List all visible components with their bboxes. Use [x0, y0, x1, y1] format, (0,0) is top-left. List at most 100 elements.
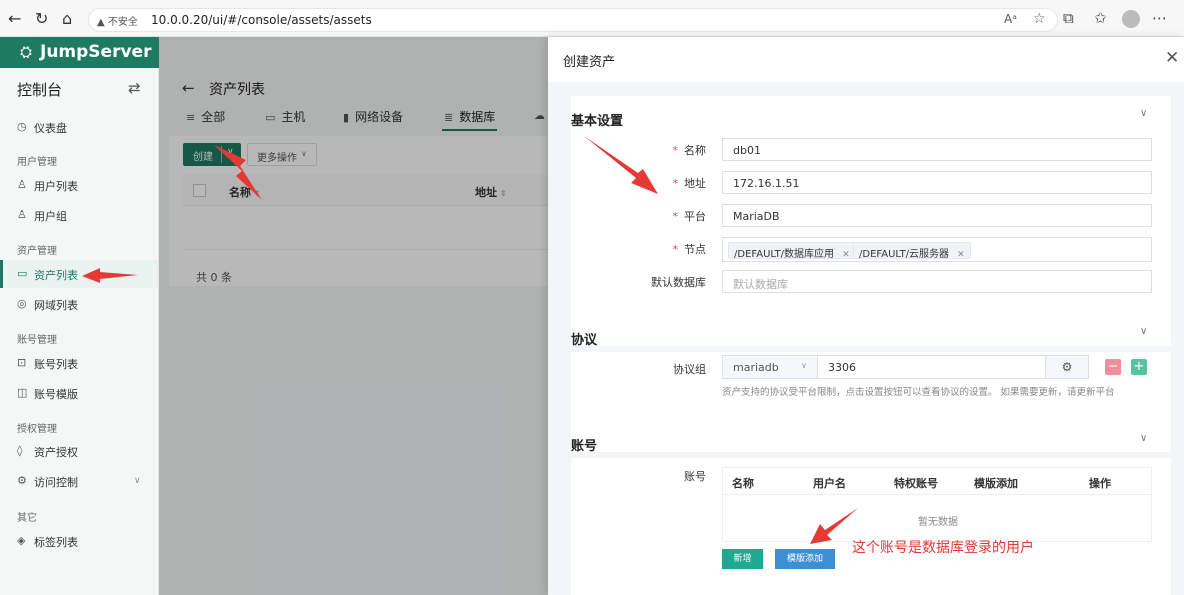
sidebar-item-label: 用户列表 — [34, 180, 78, 193]
menu-group-title: 用户管理 — [17, 157, 57, 168]
close-icon[interactable]: ✕ — [1165, 48, 1179, 68]
platform-select[interactable]: MariaDB — [722, 204, 1152, 227]
node-tag: /DEFAULT/数据库应用 ✕ — [728, 242, 856, 260]
browser-toolbar: ← ↻ ⌂ ▲ 不安全 10.0.0.20/ui/#/console/asset… — [0, 0, 1184, 37]
chevron-down-icon[interactable]: ∨ — [1140, 433, 1147, 444]
tag-icon: ◈ — [17, 534, 26, 547]
template-add-button[interactable]: 模版添加 — [775, 549, 835, 569]
account-label: 账号 — [684, 470, 706, 483]
user-icon: ♙ — [17, 178, 27, 191]
node-select[interactable]: /DEFAULT/数据库应用 ✕ /DEFAULT/云服务器 ✕ — [722, 237, 1152, 262]
name-label: * 名称 — [596, 142, 707, 158]
default-db-label: 默认数据库 — [651, 276, 706, 289]
required-mark: * — [672, 144, 679, 157]
sidebar-item-label: 账号模版 — [34, 388, 78, 401]
node-tag: /DEFAULT/云服务器 ✕ — [853, 242, 971, 260]
field-label-text: 平台 — [684, 210, 706, 223]
favorite-star-icon[interactable]: ☆ — [1033, 11, 1046, 27]
name-input[interactable]: db01 — [722, 138, 1152, 161]
section-title-protocol: 协议 — [571, 333, 598, 348]
sidebar-item-asset-permission[interactable]: ◊ 资产授权 — [0, 437, 158, 465]
default-db-input[interactable]: 默认数据库 — [722, 270, 1152, 293]
menu-group-title: 账号管理 — [17, 335, 57, 346]
column-header-actions: 操作 — [1089, 477, 1111, 490]
sidebar: ⛭ JumpServer 控制台 ⇄ ◷ 仪表盘 用户管理 ♙ 用户列表 ♙ 用… — [0, 37, 159, 595]
address-bar[interactable]: ▲ 不安全 10.0.0.20/ui/#/console/assets/asse… — [88, 8, 1058, 32]
sidebar-item-label: 账号列表 — [34, 358, 78, 371]
sidebar-item-label: 访问控制 — [34, 476, 78, 489]
read-aloud-icon[interactable]: Aᵃ — [1004, 12, 1017, 26]
sidebar-item-domain-list[interactable]: ◎ 网域列表 — [0, 290, 158, 318]
domain-icon: ◎ — [17, 297, 27, 310]
shield-icon: ◊ — [17, 444, 23, 457]
add-protocol-button[interactable]: + — [1131, 359, 1147, 375]
account-table: 名称 用户名 特权账号 模版添加 操作 暂无数据 — [722, 467, 1152, 542]
required-mark: * — [672, 177, 679, 190]
chevron-down-icon: ∨ — [134, 476, 141, 486]
add-account-button[interactable]: 新增 — [722, 549, 763, 569]
field-label-text: 名称 — [684, 144, 706, 157]
logo-bar: ⛭ JumpServer — [0, 37, 159, 68]
profile-avatar[interactable] — [1122, 10, 1140, 28]
close-icon[interactable]: ✕ — [842, 250, 850, 260]
empty-state-text: 暂无数据 — [918, 517, 958, 528]
remove-protocol-button[interactable]: − — [1105, 359, 1121, 375]
tag-text: /DEFAULT/云服务器 — [859, 249, 950, 260]
menu-group-title: 资产管理 — [17, 246, 57, 257]
sidebar-item-access-control[interactable]: ⚙ 访问控制 ∨ — [0, 467, 158, 495]
sidebar-item-dashboard[interactable]: ◷ 仪表盘 — [0, 113, 158, 141]
sidebar-item-label-list[interactable]: ◈ 标签列表 — [0, 527, 158, 555]
drawer-title: 创建资产 — [563, 55, 616, 70]
protocol-select[interactable]: mariadb ∨ — [722, 355, 818, 379]
port-input[interactable]: 3306 — [817, 355, 1046, 379]
sidebar-item-account-list[interactable]: ⊡ 账号列表 — [0, 349, 158, 377]
menu-group-title: 授权管理 — [17, 424, 57, 435]
node-label: * 节点 — [596, 241, 707, 257]
app: ⛭ JumpServer 控制台 ⇄ ◷ 仪表盘 用户管理 ♙ 用户列表 ♙ 用… — [0, 37, 1184, 595]
logo-text: JumpServer — [40, 42, 152, 62]
jumpserver-logo-icon: ⛭ — [20, 43, 33, 61]
home-icon[interactable]: ⌂ — [62, 9, 72, 29]
protocol-settings-gear-icon[interactable]: ⚙ — [1045, 355, 1089, 379]
switch-view-icon[interactable]: ⇄ — [128, 79, 141, 97]
protocol-group-label: 协议组 — [673, 363, 706, 376]
sidebar-item-label: 资产授权 — [34, 446, 78, 459]
sidebar-item-label: 资产列表 — [34, 269, 78, 282]
account-table-header: 名称 用户名 特权账号 模版添加 操作 — [723, 468, 1151, 495]
field-label-text: 节点 — [684, 243, 706, 256]
close-icon[interactable]: ✕ — [957, 250, 965, 260]
asset-list-icon: ▭ — [17, 267, 28, 280]
sidebar-item-user-list[interactable]: ♙ 用户列表 — [0, 171, 158, 199]
column-header-name: 名称 — [732, 477, 754, 490]
chevron-down-icon[interactable]: ∨ — [1140, 326, 1147, 337]
protocol-help-text: 资产支持的协议受平台限制，点击设置按钮可以查看协议的设置。 如果需要更新，请更新… — [722, 387, 1115, 398]
chevron-down-icon[interactable]: ∨ — [1140, 108, 1147, 119]
security-warning[interactable]: ▲ 不安全 — [97, 13, 138, 28]
more-menu-icon[interactable]: ⋯ — [1152, 9, 1167, 27]
menu-group-title: 其它 — [17, 513, 37, 524]
column-header-username: 用户名 — [813, 477, 846, 490]
column-header-privileged: 特权账号 — [894, 477, 938, 490]
url-text[interactable]: 10.0.0.20/ui/#/console/assets/assets — [151, 13, 372, 27]
sidebar-item-label: 用户组 — [34, 210, 67, 223]
extensions-icon[interactable]: ⧉ — [1063, 9, 1074, 27]
required-mark: * — [672, 210, 679, 223]
sidebar-item-user-group[interactable]: ♙ 用户组 — [0, 201, 158, 229]
protocol-value: mariadb — [733, 361, 779, 374]
favorites-icon[interactable]: ✩ — [1094, 9, 1107, 27]
annotation-text: 这个账号是数据库登录的用户 — [852, 540, 1034, 556]
reload-icon[interactable]: ↻ — [35, 9, 48, 29]
create-asset-drawer: 创建资产 ✕ 基本设置 ∨ * 名称 db01 * 地址 172.16.1.51 *… — [548, 37, 1184, 595]
security-label: 不安全 — [107, 17, 138, 28]
gear-icon: ⚙ — [17, 474, 27, 487]
chevron-down-icon: ∨ — [801, 361, 807, 370]
sidebar-item-label: 仪表盘 — [34, 122, 67, 135]
sidebar-item-asset-list[interactable]: ▭ 资产列表 — [0, 260, 158, 288]
template-icon: ◫ — [17, 386, 28, 399]
address-input[interactable]: 172.16.1.51 — [722, 171, 1152, 194]
back-arrow-icon[interactable]: ← — [8, 9, 21, 29]
sidebar-item-account-template[interactable]: ◫ 账号模版 — [0, 379, 158, 407]
console-title: 控制台 — [17, 81, 63, 99]
lock-icon: ⊡ — [17, 356, 27, 369]
column-header-template-add: 模版添加 — [974, 477, 1018, 490]
